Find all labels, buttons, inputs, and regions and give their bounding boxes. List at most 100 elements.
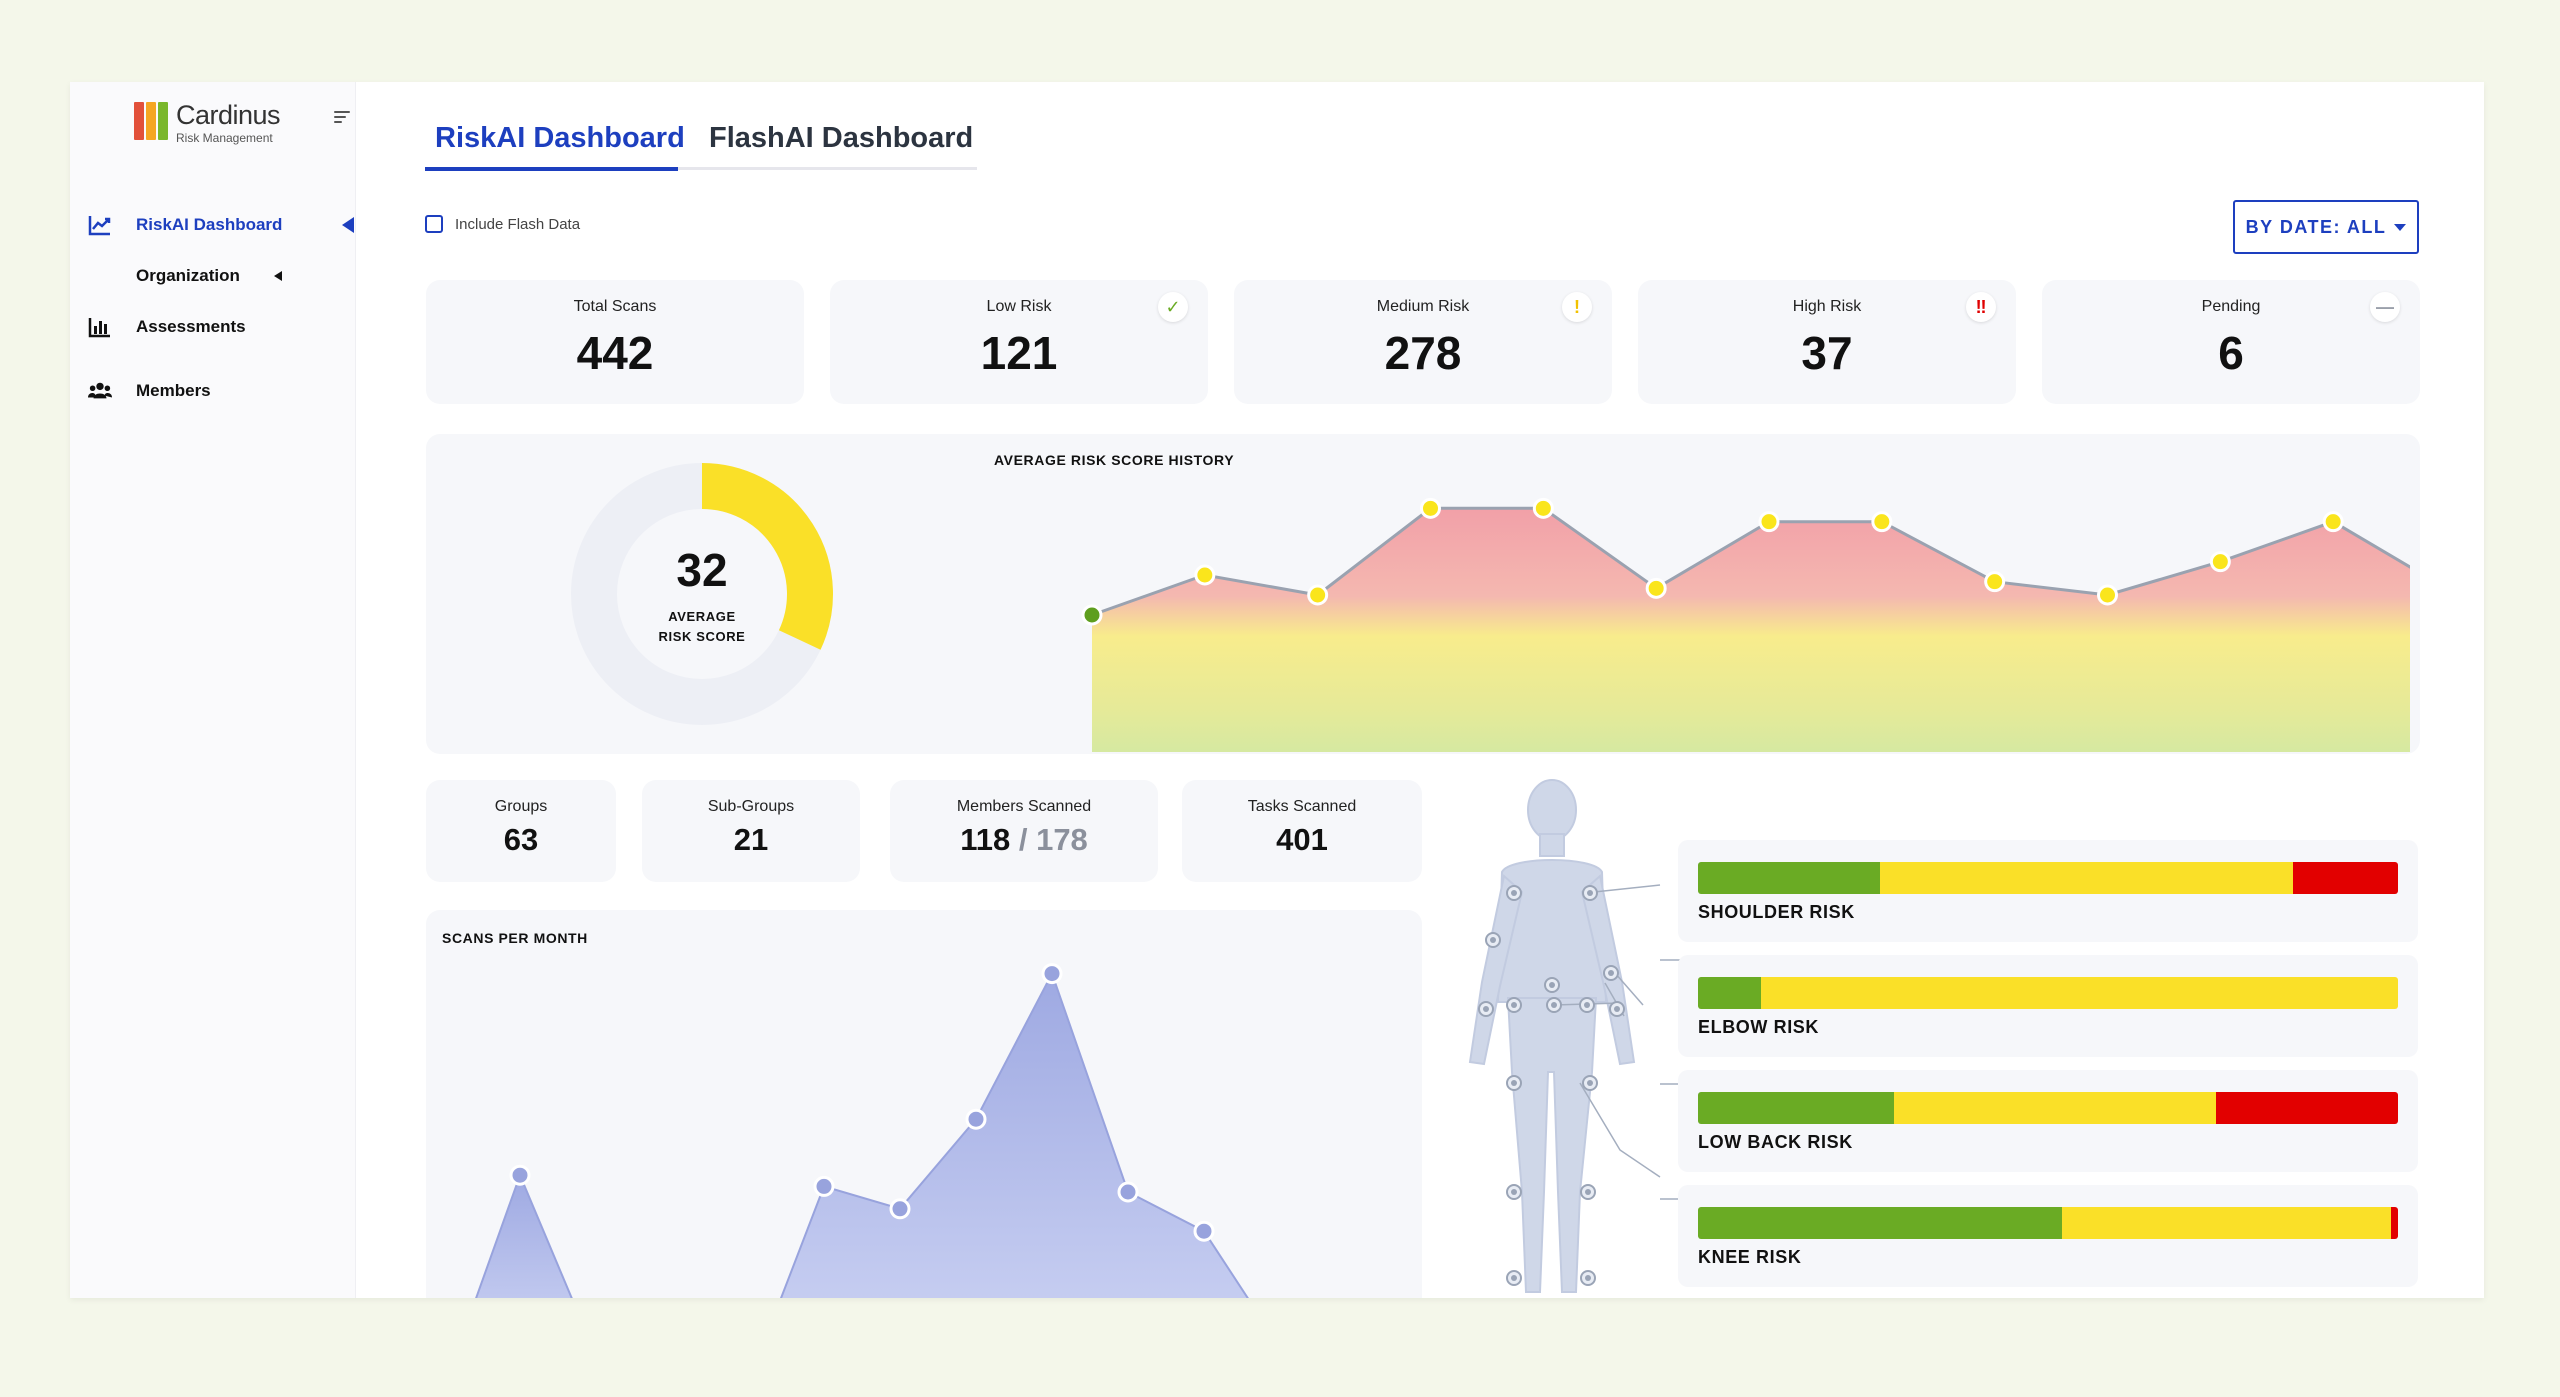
submenu-caret-icon [274, 271, 282, 281]
stat-card-low-risk: Low Risk 121 ✓ [830, 280, 1208, 404]
body-figure-icon [1468, 779, 1661, 1293]
scans-chart-title: SCANS PER MONTH [442, 930, 588, 946]
warning-icon: ! [1562, 292, 1592, 322]
date-filter-button[interactable]: BY DATE: ALL [2233, 200, 2419, 254]
risk-bar [1698, 1092, 2398, 1124]
risk-bar [1698, 977, 2398, 1009]
history-point [1420, 497, 1441, 519]
history-point [1871, 511, 1893, 533]
history-point [2209, 551, 2231, 573]
stat-label: Medium Risk [1376, 298, 1470, 315]
org-stat-value: 21 [733, 822, 769, 857]
scans-area [475, 1172, 573, 1298]
tab-riskai-dashboard[interactable]: RiskAI Dashboard [435, 122, 685, 155]
risk-bar-high [2391, 1207, 2398, 1239]
org-stat-label: Groups [494, 798, 548, 815]
risk-bar-low [1698, 862, 1880, 894]
line-chart-icon [88, 216, 111, 236]
org-card-members-scanned: Members Scanned 118 / 178 [890, 780, 1158, 882]
include-flash-toggle[interactable]: Include Flash Data [425, 215, 580, 233]
scans-point [509, 1164, 531, 1186]
members-total-value: 178 [1036, 822, 1088, 857]
scans-point [813, 1175, 835, 1197]
average-risk-label: AVERAGE RISK SCORE [567, 607, 837, 647]
scans-area [780, 971, 1249, 1298]
stat-card-total-scans: Total Scans 442 [426, 280, 804, 404]
org-card-sub-groups: Sub-Groups 21 [642, 780, 860, 882]
include-flash-label: Include Flash Data [455, 215, 581, 233]
org-stat-label: Sub-Groups [707, 798, 795, 815]
bar-chart-icon [88, 318, 110, 338]
average-risk-label-line1: AVERAGE [668, 609, 736, 624]
brand-subtitle: Risk Management [176, 131, 273, 145]
stat-card-pending: Pending 6 — [2042, 280, 2420, 404]
history-point [1984, 571, 2006, 593]
org-stat-label: Members Scanned [956, 798, 1092, 815]
sidebar-item-assessments[interactable]: Assessments [70, 309, 356, 345]
stat-value: 442 [576, 327, 654, 379]
org-stat-value: 118 / 178 [890, 822, 1158, 858]
caret-down-icon [2394, 223, 2407, 231]
stat-card-medium-risk: Medium Risk 278 ! [1234, 280, 1612, 404]
stat-label: High Risk [1792, 298, 1862, 315]
members-scanned-value: 118 [960, 822, 1011, 857]
active-indicator-icon [342, 217, 354, 233]
risk-bar [1698, 862, 2398, 894]
stat-label: Pending [2201, 298, 2261, 315]
joint-center [1490, 937, 1496, 943]
sidebar-item-label: RiskAI Dashboard [136, 215, 283, 234]
history-point [1532, 497, 1554, 519]
risk-bar-low [1698, 1092, 1894, 1124]
users-icon [88, 382, 112, 399]
joint-center [1511, 1002, 1517, 1008]
sidebar-item-riskai-dashboard[interactable]: RiskAI Dashboard [70, 207, 356, 243]
joint-center [1585, 1189, 1591, 1195]
average-risk-history-chart: SEPTOCTNOVDECJANFEBMARAPRMAYJUNJULYAUGSE… [1081, 497, 2410, 752]
scans-per-month-chart [475, 963, 1249, 1298]
risk-card-low-back[interactable]: LOW BACK RISK [1678, 1070, 2418, 1172]
org-card-groups: Groups 63 [426, 780, 616, 882]
include-flash-checkbox[interactable] [425, 215, 443, 233]
active-tab-underline [425, 167, 678, 171]
alert-icon: ‼ [1966, 292, 1996, 322]
scans-point [965, 1108, 987, 1130]
history-point [1081, 604, 1103, 626]
tab-flashai-dashboard[interactable]: FlashAI Dashboard [709, 122, 973, 155]
joint-center [1551, 1002, 1557, 1008]
sidebar-item-organization[interactable]: Organization [70, 258, 356, 294]
brand-logo[interactable]: Cardinus Risk Management [134, 98, 294, 148]
stat-value: 6 [2218, 327, 2244, 379]
average-risk-value: 32 [676, 544, 728, 596]
risk-label: LOW BACK RISK [1698, 1132, 1853, 1152]
collapse-sidebar-icon[interactable] [334, 110, 350, 124]
joint-center [1587, 1080, 1593, 1086]
joint-center [1585, 1275, 1591, 1281]
risk-card-shoulder[interactable]: SHOULDER RISK [1678, 840, 2418, 942]
history-point [1645, 577, 1667, 599]
scans-point [889, 1198, 911, 1220]
scans-point [1193, 1220, 1215, 1242]
sidebar-item-label: Organization [136, 266, 240, 285]
sidebar-item-members[interactable]: Members [70, 373, 356, 409]
history-point [2322, 511, 2344, 533]
risk-card-elbow[interactable]: ELBOW RISK [1678, 955, 2418, 1057]
sidebar-item-label: Members [136, 381, 211, 400]
history-area [1092, 508, 2410, 752]
risk-label: ELBOW RISK [1698, 1017, 1819, 1037]
date-filter-label: BY DATE: ALL [2245, 216, 2387, 237]
risk-bar-medium [2062, 1207, 2391, 1239]
app-window: Cardinus Risk Management RiskAI Dashboar… [70, 82, 2484, 1298]
org-stat-value: 401 [1276, 822, 1328, 857]
average-risk-label-line2: RISK SCORE [658, 629, 746, 644]
joint-center [1483, 1006, 1489, 1012]
checkmark-icon: ✓ [1158, 292, 1188, 322]
sidebar-item-label: Assessments [136, 317, 246, 336]
logo-mark [134, 102, 168, 140]
brand-name: Cardinus [176, 100, 281, 130]
risk-bar-high [2216, 1092, 2398, 1124]
dashboard-tabs: RiskAI Dashboard FlashAI Dashboard [425, 112, 977, 171]
joint-center [1549, 982, 1555, 988]
risk-card-knee[interactable]: KNEE RISK [1678, 1185, 2418, 1287]
average-risk-donut: 32 AVERAGE RISK SCORE [567, 459, 837, 729]
risk-bar-low [1698, 977, 1761, 1009]
